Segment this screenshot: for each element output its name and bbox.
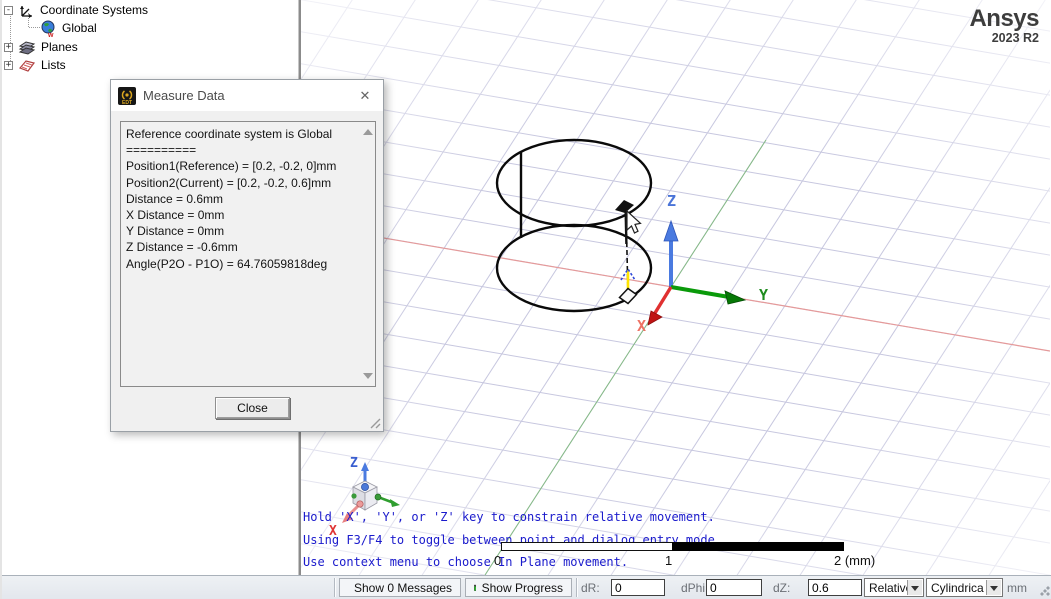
measure-line: Z Distance = -0.6mm (126, 239, 373, 255)
window-resize-grip[interactable] (1040, 586, 1050, 596)
ansys-logo-text: Ansys (969, 7, 1039, 31)
tree-item-lists[interactable]: + Lists (4, 57, 66, 73)
aedt-app-icon: EDT (118, 87, 136, 105)
coordinate-system-icon (18, 3, 35, 18)
measure-line: Position1(Reference) = [0.2, -0.2, 0]mm (126, 158, 373, 174)
mouse-cursor (627, 211, 641, 233)
measure-line: ========== (126, 142, 373, 158)
measure-line: Y Distance = 0mm (126, 223, 373, 239)
z-axis-arrow (664, 221, 678, 241)
scene-layer (301, 0, 1050, 575)
ansys-version: 2023 R2 (969, 32, 1039, 45)
dialog-resize-grip[interactable] (370, 418, 381, 429)
measure-line: X Distance = 0mm (126, 207, 373, 223)
ruler-tick-0: 0 (494, 553, 501, 568)
chevron-down-icon[interactable] (907, 580, 922, 595)
scale-ruler (501, 542, 844, 551)
tree-item-planes[interactable]: + Planes (4, 39, 78, 55)
movement-mode-value: Relative (869, 581, 912, 595)
chevron-down-icon[interactable] (986, 580, 1001, 595)
separator (334, 578, 336, 597)
tree-item-global[interactable]: w Global (40, 20, 97, 36)
scrollbar[interactable] (359, 122, 375, 386)
expand-icon[interactable]: + (4, 61, 13, 70)
dialog-title-bar[interactable]: EDT Measure Data ✕ (111, 80, 383, 111)
y-axis-label: Y (759, 286, 768, 304)
scroll-down-icon[interactable] (363, 373, 373, 379)
tree-item-label: Global (62, 21, 97, 35)
dialog-title: Measure Data (143, 88, 225, 103)
measure-line: Distance = 0.6mm (126, 191, 373, 207)
ruler-tick-2: 2 (mm) (834, 553, 875, 568)
progress-icon (474, 583, 476, 592)
measure-line: Reference coordinate system is Global (126, 126, 373, 142)
close-button[interactable]: Close (215, 397, 290, 419)
measure-line: Angle(P2O - P1O) = 64.76059818deg (126, 256, 373, 272)
lists-icon (18, 58, 36, 73)
status-bar: Show 0 Messages Show Progress dR: dPhi: … (2, 575, 1051, 599)
coordinate-mode-value: Cylindrica (931, 581, 987, 595)
show-progress-label: Show Progress (482, 581, 563, 595)
measure-data-dialog: EDT Measure Data ✕ Reference coordinate … (110, 79, 384, 432)
svg-text:w: w (47, 32, 54, 37)
separator (576, 578, 578, 597)
modeler-3d-viewport[interactable]: Z Y X Z X Hold 'X', 'Y', or 'Z' key to c… (299, 0, 1050, 575)
measure-output-box: Reference coordinate system is Global ==… (120, 121, 376, 387)
tree-item-label: Coordinate Systems (40, 3, 148, 17)
scale-ruler-black-segment (672, 542, 844, 551)
global-cs-axes (648, 221, 745, 325)
dz-label: dZ: (773, 581, 790, 595)
show-messages-label: Show 0 Messages (354, 581, 452, 595)
x-axis-label: X (637, 317, 646, 335)
planes-icon (18, 40, 36, 55)
close-icon[interactable]: ✕ (355, 86, 375, 106)
show-messages-button[interactable]: Show 0 Messages (339, 578, 461, 597)
tree-connector (29, 27, 40, 28)
scroll-up-icon[interactable] (363, 129, 373, 135)
show-progress-button[interactable]: Show Progress (465, 578, 572, 597)
globe-icon: w (40, 20, 57, 37)
expand-icon[interactable]: + (4, 43, 13, 52)
svg-text:EDT: EDT (122, 100, 132, 105)
dz-input[interactable] (808, 579, 862, 596)
measure-indicator (615, 200, 641, 304)
coordinate-mode-dropdown[interactable]: Cylindrica (926, 578, 1003, 597)
dphi-label: dPhi: (681, 581, 708, 595)
y-axis-arrow (725, 291, 745, 304)
dr-label: dR: (581, 581, 600, 595)
ruler-tick-1: 1 (665, 553, 672, 568)
dphi-input[interactable] (706, 579, 762, 596)
hint-line: Hold 'X', 'Y', or 'Z' key to constrain r… (303, 510, 715, 524)
movement-mode-dropdown[interactable]: Relative (864, 578, 924, 597)
measure-line: Position2(Current) = [0.2, -0.2, 0.6]mm (126, 175, 373, 191)
hint-line: Use context menu to choose In Plane move… (303, 555, 628, 569)
units-label: mm (1007, 581, 1027, 595)
dr-input[interactable] (611, 579, 665, 596)
x-axis-arrow (648, 311, 662, 325)
ansys-logo: Ansys 2023 R2 (969, 7, 1039, 45)
triad-z-label: Z (350, 456, 358, 471)
collapse-icon[interactable]: - (4, 6, 13, 15)
aedt-modeler-window: - Coordinate Systems w Global + (0, 0, 1051, 599)
tree-item-coordinate-systems[interactable]: - Coordinate Systems (4, 2, 148, 18)
z-axis-label: Z (667, 192, 676, 210)
tree-item-label: Lists (41, 58, 66, 72)
tree-item-label: Planes (41, 40, 78, 54)
